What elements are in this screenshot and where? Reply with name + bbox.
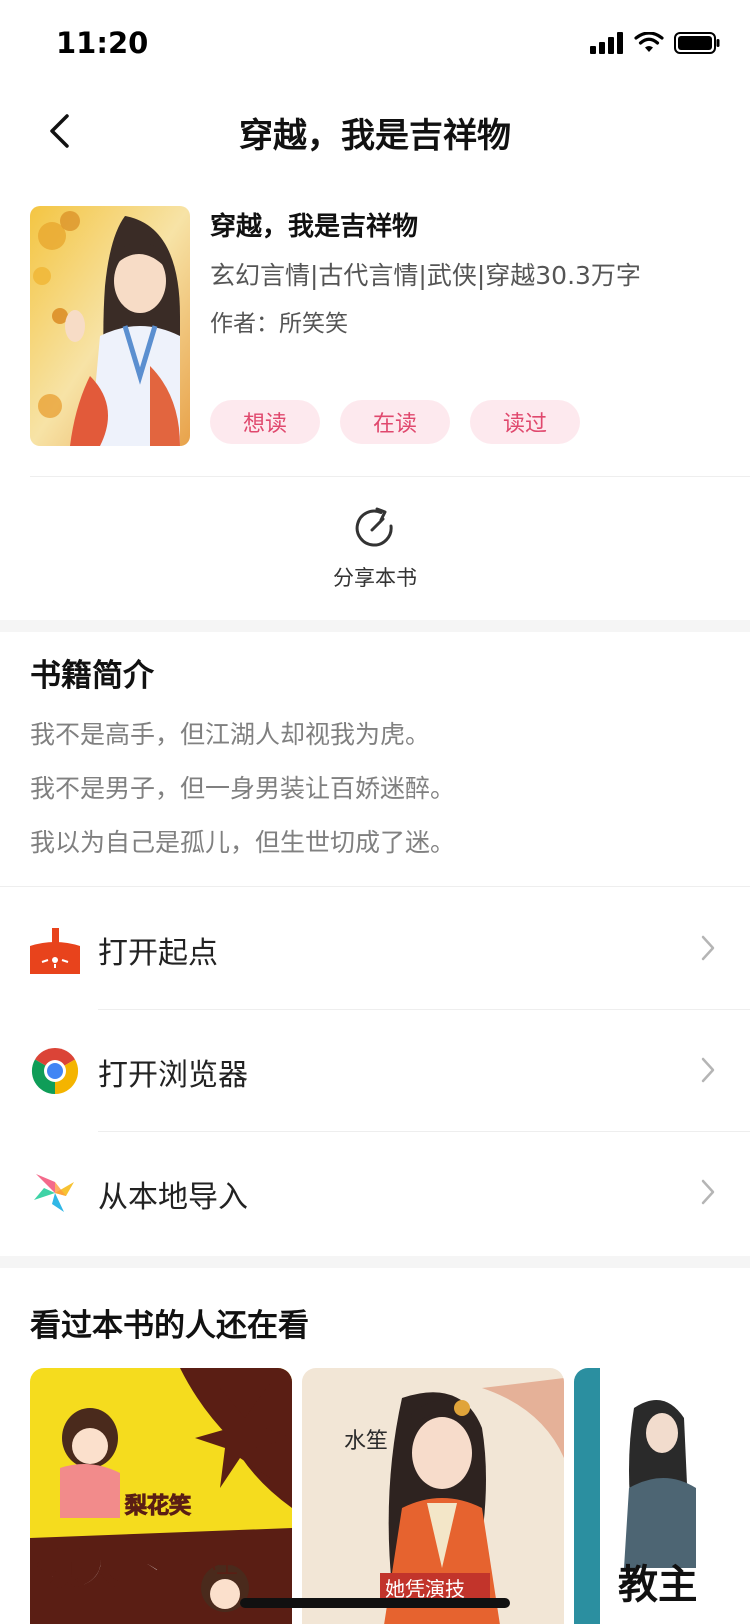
divider xyxy=(30,476,750,477)
import-local-item[interactable]: 从本地导入 xyxy=(0,1132,750,1254)
section-separator xyxy=(0,1256,750,1268)
open-qidian-item[interactable]: 打开起点 xyxy=(0,888,750,1010)
book-info: 穿越，我是吉祥物 玄幻言情|古代言情|武侠|穿越30.3万字 作者：所笑笑 想读… xyxy=(30,206,720,446)
menu-label: 打开浏览器 xyxy=(98,1058,248,1093)
status-time: 11:20 xyxy=(56,26,149,60)
cover-text: 梨花笑 xyxy=(125,1493,191,1519)
book-meta: 玄幻言情|古代言情|武侠|穿越30.3万字 xyxy=(210,261,641,290)
recommended-book-card[interactable]: 教主 xyxy=(574,1368,696,1624)
menu-label: 打开起点 xyxy=(98,936,218,971)
have-read-button[interactable]: 读过 xyxy=(470,400,580,444)
chrome-browser-icon xyxy=(31,1047,79,1095)
book-intro: 书籍简介 我不是高手，但江湖人却视我为虎。 我不是男子，但一身男装让百娇迷醉。 … xyxy=(30,650,720,875)
share-button[interactable]: 分享本书 xyxy=(0,504,750,604)
home-indicator[interactable] xyxy=(240,1598,510,1608)
recommend-title: 看过本书的人还在看 xyxy=(30,1308,309,1344)
open-options-list: 打开起点 打开浏览器 从本地导入 xyxy=(0,888,750,1254)
menu-label: 从本地导入 xyxy=(98,1180,248,1215)
book-author: 作者：所笑笑 xyxy=(210,311,348,337)
signal-icon xyxy=(590,32,623,54)
qidian-app-icon xyxy=(30,924,80,974)
intro-title: 书籍简介 xyxy=(30,658,154,694)
wifi-icon xyxy=(634,32,664,52)
chevron-right-icon xyxy=(701,935,715,961)
pinwheel-import-icon xyxy=(34,1174,74,1212)
divider xyxy=(0,886,750,887)
open-browser-item[interactable]: 打开浏览器 xyxy=(0,1010,750,1132)
book-cover[interactable] xyxy=(30,206,190,446)
intro-line: 我以为自己是孤儿，但生世切成了迷。 xyxy=(30,828,456,857)
status-bar: 11:20 xyxy=(0,0,750,88)
intro-line: 我不是男子，但一身男装让百娇迷醉。 xyxy=(30,774,456,803)
chevron-right-icon xyxy=(701,1179,715,1205)
cover-text: 水笙 xyxy=(344,1429,388,1454)
want-to-read-button[interactable]: 想读 xyxy=(210,400,320,444)
recommend-list[interactable]: 梨花笑 小小王 倾天下 水笙 她凭演技 教主 xyxy=(30,1368,750,1624)
chevron-right-icon xyxy=(701,1057,715,1083)
book-title: 穿越，我是吉祥物 xyxy=(210,212,419,242)
cover-text: 教主 xyxy=(618,1561,696,1608)
cover-text: 小小王 xyxy=(172,1554,238,1579)
intro-line: 我不是高手，但江湖人却视我为虎。 xyxy=(30,720,431,749)
recommended-books: 看过本书的人还在看 梨花笑 小小王 倾天下 水笙 她凭演技 教主 xyxy=(30,1300,750,1624)
status-icons xyxy=(590,32,720,54)
reading-status-chips: 想读 在读 读过 xyxy=(210,400,580,444)
intro-text: 我不是高手，但江湖人却视我为虎。 我不是男子，但一身男装让百娇迷醉。 我以为自己… xyxy=(30,713,720,875)
cover-text: 倾天下 xyxy=(37,1544,164,1593)
recommended-book-card[interactable]: 水笙 她凭演技 xyxy=(302,1368,564,1624)
nav-bar: 穿越，我是吉祥物 xyxy=(0,88,750,176)
reading-button[interactable]: 在读 xyxy=(340,400,450,444)
page-title: 穿越，我是吉祥物 xyxy=(239,116,511,156)
section-separator xyxy=(0,620,750,632)
battery-icon xyxy=(674,32,720,54)
recommended-book-card[interactable]: 梨花笑 小小王 倾天下 xyxy=(30,1368,292,1624)
share-label: 分享本书 xyxy=(333,566,417,590)
share-icon xyxy=(355,507,393,547)
